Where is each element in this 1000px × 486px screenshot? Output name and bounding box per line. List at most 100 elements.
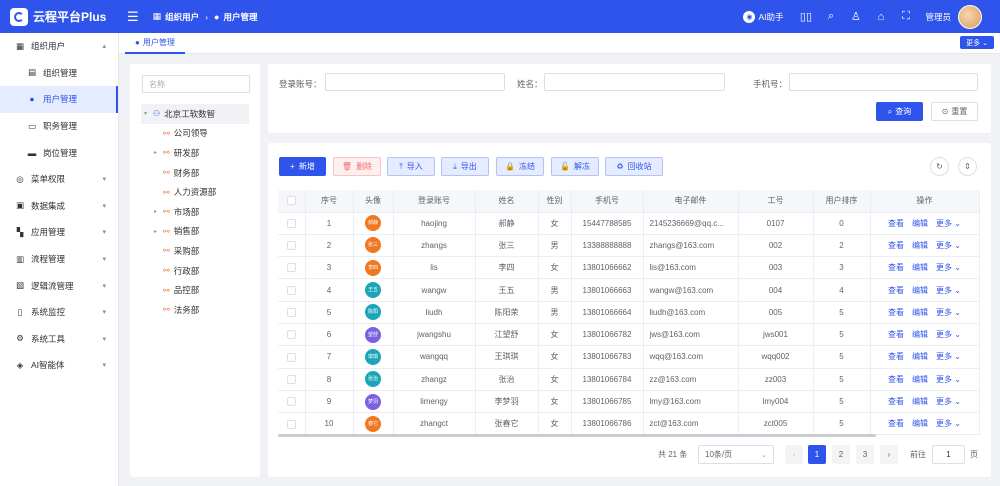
row-checkbox[interactable]: [286, 419, 296, 429]
page-button[interactable]: 3: [856, 445, 874, 464]
view-button[interactable]: 查看: [888, 286, 904, 295]
view-button[interactable]: 查看: [888, 352, 904, 361]
prev-page-button[interactable]: ‹: [785, 445, 803, 464]
tree-node[interactable]: ⚯ 法务部: [154, 300, 199, 320]
sidebar-item[interactable]: ▦ 组织用户 ▴: [0, 33, 118, 60]
tree-node[interactable]: ⚯ 行政部: [154, 261, 199, 281]
more-actions-button[interactable]: 更多 ⌄: [936, 286, 961, 295]
row-checkbox[interactable]: [286, 330, 296, 340]
tree-node[interactable]: ⚯ 品控部: [154, 280, 199, 300]
sidebar-item[interactable]: ▬ 岗位管理: [0, 139, 118, 166]
unfreeze-button[interactable]: 🔓 解冻: [551, 157, 599, 176]
sidebar-item[interactable]: ⚙ 系统工具 ▾: [0, 326, 118, 353]
edit-button[interactable]: 编辑: [912, 263, 928, 272]
edit-button[interactable]: 编辑: [912, 352, 928, 361]
tab-user-management[interactable]: ● 用户管理: [125, 33, 185, 54]
username[interactable]: 管理员: [925, 11, 951, 23]
view-button[interactable]: 查看: [888, 263, 904, 272]
view-button[interactable]: 查看: [888, 330, 904, 339]
more-actions-button[interactable]: 更多 ⌄: [936, 375, 961, 384]
tree-node[interactable]: ▾ ⚇ 北京工软数智: [141, 104, 249, 124]
goto-page-input[interactable]: 1: [932, 445, 965, 464]
import-button[interactable]: ⤒ 导入: [387, 157, 435, 176]
select-all-header[interactable]: [278, 190, 306, 213]
more-actions-button[interactable]: 更多 ⌄: [936, 419, 961, 428]
app-logo[interactable]: 云程平台Plus: [0, 7, 118, 26]
tree-node[interactable]: ⚯ 人力资源部: [154, 182, 216, 202]
sidebar-item[interactable]: ▭ 职务管理: [0, 113, 118, 140]
phone-input[interactable]: [789, 73, 978, 91]
row-checkbox[interactable]: [286, 218, 296, 228]
page-button[interactable]: 2: [832, 445, 850, 464]
column-settings-button[interactable]: ⇕: [958, 157, 977, 176]
more-actions-button[interactable]: 更多 ⌄: [936, 397, 961, 406]
sidebar-item[interactable]: ◈ AI智能体 ▾: [0, 352, 118, 379]
row-checkbox[interactable]: [286, 374, 296, 384]
sidebar-item[interactable]: ▯ 系统监控 ▾: [0, 299, 118, 326]
theme-shirt-icon[interactable]: ♙: [848, 9, 863, 24]
delete-button[interactable]: 🗑 删除: [333, 157, 381, 176]
next-page-button[interactable]: ›: [880, 445, 898, 464]
refresh-button[interactable]: ↻: [930, 157, 949, 176]
row-checkbox[interactable]: [286, 352, 296, 362]
sidebar-item[interactable]: ▣ 数据集成 ▾: [0, 193, 118, 220]
row-checkbox[interactable]: [286, 263, 296, 273]
select-all-checkbox[interactable]: [286, 196, 296, 206]
more-actions-button[interactable]: 更多 ⌄: [936, 219, 961, 228]
fullscreen-icon[interactable]: ⛶: [898, 9, 913, 24]
view-button[interactable]: 查看: [888, 375, 904, 384]
edit-button[interactable]: 编辑: [912, 286, 928, 295]
view-button[interactable]: 查看: [888, 397, 904, 406]
recycle-bin-button[interactable]: ♻ 回收站: [605, 157, 663, 176]
edit-button[interactable]: 编辑: [912, 308, 928, 317]
tree-node[interactable]: ▸ ⚯ 研发部: [154, 143, 199, 163]
more-actions-button[interactable]: 更多 ⌄: [936, 330, 961, 339]
page-button[interactable]: 1: [808, 445, 826, 464]
sidebar-item[interactable]: ◎ 菜单权限 ▾: [0, 166, 118, 193]
tree-search-input[interactable]: 名称: [142, 75, 250, 93]
tabs-more-button[interactable]: 更多 ⌄: [960, 36, 994, 49]
query-button[interactable]: ⌕ 查询: [876, 102, 923, 121]
caret-down-icon[interactable]: ▾: [144, 110, 153, 117]
caret-right-icon[interactable]: ▸: [154, 208, 163, 215]
more-actions-button[interactable]: 更多 ⌄: [936, 308, 961, 317]
tree-node[interactable]: ⚯ 采购部: [154, 241, 199, 261]
row-checkbox[interactable]: [286, 308, 296, 318]
edit-button[interactable]: 编辑: [912, 241, 928, 250]
view-button[interactable]: 查看: [888, 219, 904, 228]
menu-toggle-icon[interactable]: ☰: [127, 9, 139, 25]
account-input[interactable]: [325, 73, 505, 91]
avatar[interactable]: [958, 4, 982, 29]
edit-button[interactable]: 编辑: [912, 419, 928, 428]
tree-node[interactable]: ⚯ 财务部: [154, 163, 199, 183]
sidebar-item[interactable]: ▚ 应用管理 ▾: [0, 219, 118, 246]
ai-assistant-button[interactable]: ◉ AI助手: [743, 10, 783, 23]
home-icon[interactable]: ⌂: [873, 9, 888, 24]
view-button[interactable]: 查看: [888, 308, 904, 317]
search-icon[interactable]: ⌕: [823, 9, 838, 24]
row-checkbox[interactable]: [286, 397, 296, 407]
more-actions-button[interactable]: 更多 ⌄: [936, 352, 961, 361]
row-checkbox[interactable]: [286, 241, 296, 251]
export-button[interactable]: ⤓ 导出: [441, 157, 489, 176]
sidebar-item[interactable]: ▥ 流程管理 ▾: [0, 246, 118, 273]
more-actions-button[interactable]: 更多 ⌄: [936, 241, 961, 250]
edit-button[interactable]: 编辑: [912, 397, 928, 406]
caret-right-icon[interactable]: ▸: [154, 228, 163, 235]
view-button[interactable]: 查看: [888, 241, 904, 250]
horizontal-scrollbar[interactable]: [278, 434, 876, 437]
view-button[interactable]: 查看: [888, 419, 904, 428]
tree-node[interactable]: ▸ ⚯ 市场部: [154, 202, 199, 222]
tree-node[interactable]: ▸ ⚯ 销售部: [154, 222, 199, 242]
breadcrumb-item[interactable]: 组织用户: [165, 11, 199, 23]
edit-button[interactable]: 编辑: [912, 330, 928, 339]
reset-button[interactable]: ⊙ 重置: [931, 102, 978, 121]
layout-icon[interactable]: ▯▯: [798, 9, 813, 24]
sidebar-item[interactable]: ▧ 逻辑流管理 ▾: [0, 272, 118, 299]
more-actions-button[interactable]: 更多 ⌄: [936, 263, 961, 272]
page-size-select[interactable]: 10条/页 ⌄: [698, 445, 774, 464]
freeze-button[interactable]: 🔒 冻结: [496, 157, 544, 176]
edit-button[interactable]: 编辑: [912, 375, 928, 384]
edit-button[interactable]: 编辑: [912, 219, 928, 228]
add-button[interactable]: + 新增: [279, 157, 326, 176]
